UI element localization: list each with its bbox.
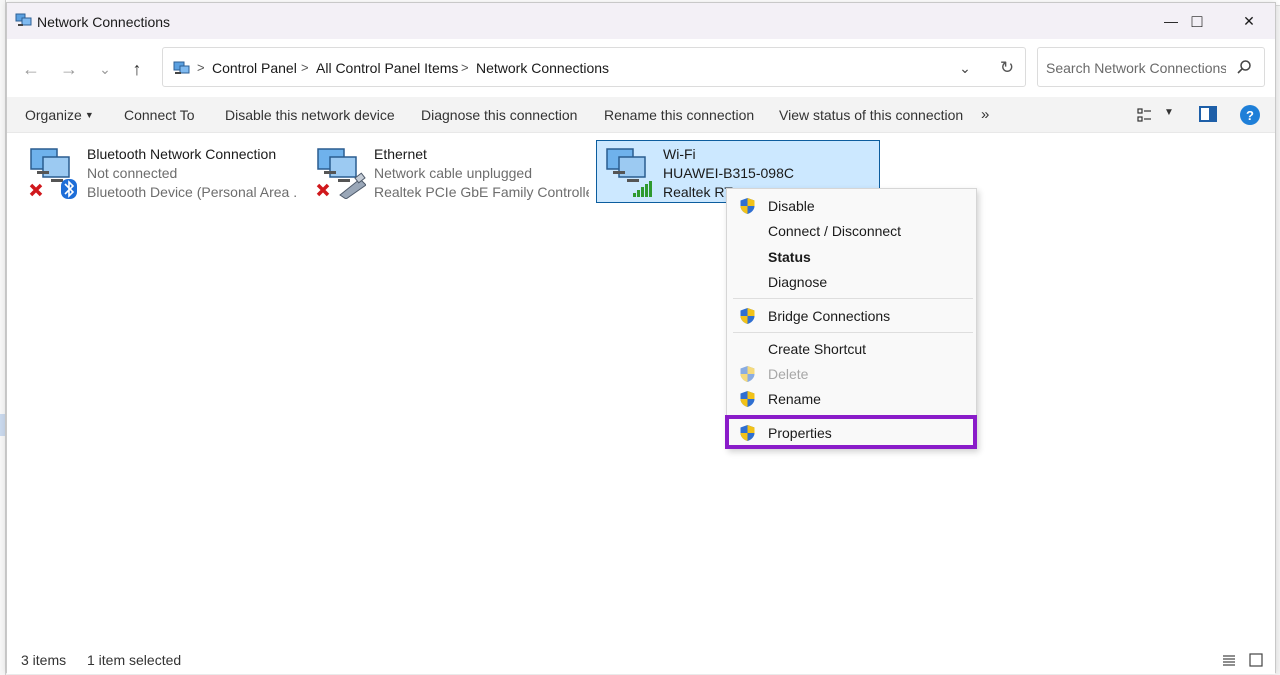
properties-highlight-box	[725, 415, 977, 449]
menu-separator	[733, 298, 973, 299]
connection-device: Bluetooth Device (Personal Area ...	[87, 184, 297, 200]
breadcrumb-separator: >	[461, 60, 469, 75]
help-button[interactable]: ?	[1240, 105, 1260, 125]
view-status-button[interactable]: View status of this connection	[779, 107, 963, 123]
recent-locations-button[interactable]: ⌄	[93, 57, 117, 81]
control-panel-icon	[173, 61, 190, 74]
menu-item-connect-disconnect[interactable]: Connect / Disconnect	[727, 219, 976, 243]
menu-label: Create Shortcut	[768, 341, 867, 357]
close-button[interactable]: ✕	[1225, 3, 1273, 39]
bluetooth-connection-icon	[29, 148, 77, 199]
uac-shield-icon	[740, 308, 755, 324]
wifi-connection-icon	[606, 148, 652, 197]
connection-item-bluetooth[interactable]: Bluetooth Network Connection Not connect…	[21, 141, 301, 203]
breadcrumb-all-items[interactable]: All Control Panel Items	[316, 60, 458, 76]
menu-label: Diagnose	[768, 274, 828, 290]
menu-item-diagnose[interactable]: Diagnose	[727, 270, 976, 294]
selection-count: 1 item selected	[87, 652, 182, 668]
connection-name: Wi-Fi	[663, 146, 696, 162]
connection-name: Ethernet	[374, 146, 427, 162]
maximize-icon: □	[1191, 10, 1203, 31]
breadcrumb-separator: >	[197, 60, 205, 75]
diagnose-connection-button[interactable]: Diagnose this connection	[421, 107, 577, 123]
connection-item-ethernet[interactable]: Ethernet Network cable unplugged Realtek…	[308, 141, 593, 203]
chevron-down-icon: ⌄	[99, 60, 111, 77]
connection-status: Not connected	[87, 165, 178, 181]
menu-label: Disable	[768, 198, 815, 214]
network-connections-window: Network Connections — □ ✕ ← → ⌄ ↑ > Cont…	[6, 2, 1276, 674]
chevron-down-icon: ⌄	[959, 59, 971, 76]
connect-to-button[interactable]: Connect To	[124, 107, 195, 123]
connection-status: Network cable unplugged	[374, 165, 532, 181]
more-commands-button[interactable]: »	[981, 106, 989, 123]
address-bar[interactable]: > Control Panel > All Control Panel Item…	[162, 47, 1026, 87]
address-row: ← → ⌄ ↑ > Control Panel > All Control Pa…	[7, 39, 1275, 95]
title-bar: Network Connections — □ ✕	[7, 3, 1275, 39]
up-button[interactable]: ↑	[125, 57, 149, 81]
breadcrumb-separator: >	[301, 60, 309, 75]
item-count: 3 items	[21, 652, 67, 668]
status-bar: 3 items 1 item selected	[7, 644, 1275, 674]
address-history-button[interactable]: ⌄	[953, 58, 977, 78]
connections-list: Bluetooth Network Connection Not connect…	[7, 134, 1275, 644]
connection-name: Bluetooth Network Connection	[87, 146, 277, 162]
menu-item-rename[interactable]: Rename	[727, 387, 976, 411]
context-menu: Disable Connect / Disconnect Status Diag…	[725, 188, 977, 449]
large-icons-view-icon[interactable]	[1249, 653, 1263, 667]
preview-pane-icon[interactable]	[1199, 106, 1217, 122]
organize-label: Organize	[25, 107, 82, 123]
details-view-icon[interactable]	[1222, 653, 1236, 667]
menu-item-delete: Delete	[727, 362, 976, 386]
menu-label: Rename	[768, 391, 821, 407]
uac-shield-icon	[740, 366, 755, 382]
menu-label: Bridge Connections	[768, 308, 891, 324]
breadcrumb-control-panel[interactable]: Control Panel	[212, 60, 297, 76]
menu-item-bridge-connections[interactable]: Bridge Connections	[727, 304, 976, 328]
back-arrow-icon: ←	[22, 58, 40, 79]
search-input[interactable]	[1046, 58, 1226, 78]
forward-button[interactable]: →	[57, 57, 81, 81]
window-title: Network Connections	[37, 14, 171, 30]
search-icon	[1237, 60, 1251, 74]
refresh-icon: ↻	[999, 58, 1015, 77]
uac-shield-icon	[740, 198, 755, 214]
menu-item-status[interactable]: Status	[727, 245, 976, 269]
view-options-dropdown[interactable]: ▼	[1164, 107, 1174, 118]
menu-label: Delete	[768, 366, 809, 382]
up-arrow-icon: ↑	[132, 58, 142, 79]
caret-down-icon: ▼	[84, 110, 94, 120]
refresh-button[interactable]: ↻	[995, 57, 1019, 79]
menu-item-create-shortcut[interactable]: Create Shortcut	[727, 337, 976, 361]
connection-details: Bluetooth Network Connection Not connect…	[87, 145, 297, 202]
network-connections-icon	[15, 13, 32, 26]
menu-label: Connect / Disconnect	[768, 223, 902, 239]
rename-connection-button[interactable]: Rename this connection	[604, 107, 754, 123]
forward-arrow-icon: →	[60, 58, 78, 79]
close-icon: ✕	[1243, 12, 1255, 29]
back-button[interactable]: ←	[19, 57, 43, 81]
connection-device: Realtek PCIe GbE Family Controller	[374, 184, 589, 200]
view-options-icon[interactable]	[1137, 107, 1153, 123]
menu-item-disable[interactable]: Disable	[727, 194, 976, 218]
uac-shield-icon	[740, 391, 755, 407]
menu-separator	[733, 332, 973, 333]
breadcrumb-network-connections[interactable]: Network Connections	[476, 60, 609, 76]
maximize-button[interactable]: □	[1173, 3, 1221, 39]
organize-button[interactable]: Organize ▼	[25, 107, 94, 123]
ethernet-connection-icon	[316, 148, 366, 199]
disable-device-button[interactable]: Disable this network device	[225, 107, 395, 123]
background-selected-row	[0, 414, 5, 436]
search-box[interactable]	[1037, 47, 1265, 87]
command-bar: Organize ▼ Connect To Disable this networ…	[7, 97, 1275, 133]
connection-details: Ethernet Network cable unplugged Realtek…	[374, 145, 589, 202]
menu-label: Status	[768, 249, 811, 265]
connection-status: HUAWEI-B315-098C	[663, 165, 794, 181]
